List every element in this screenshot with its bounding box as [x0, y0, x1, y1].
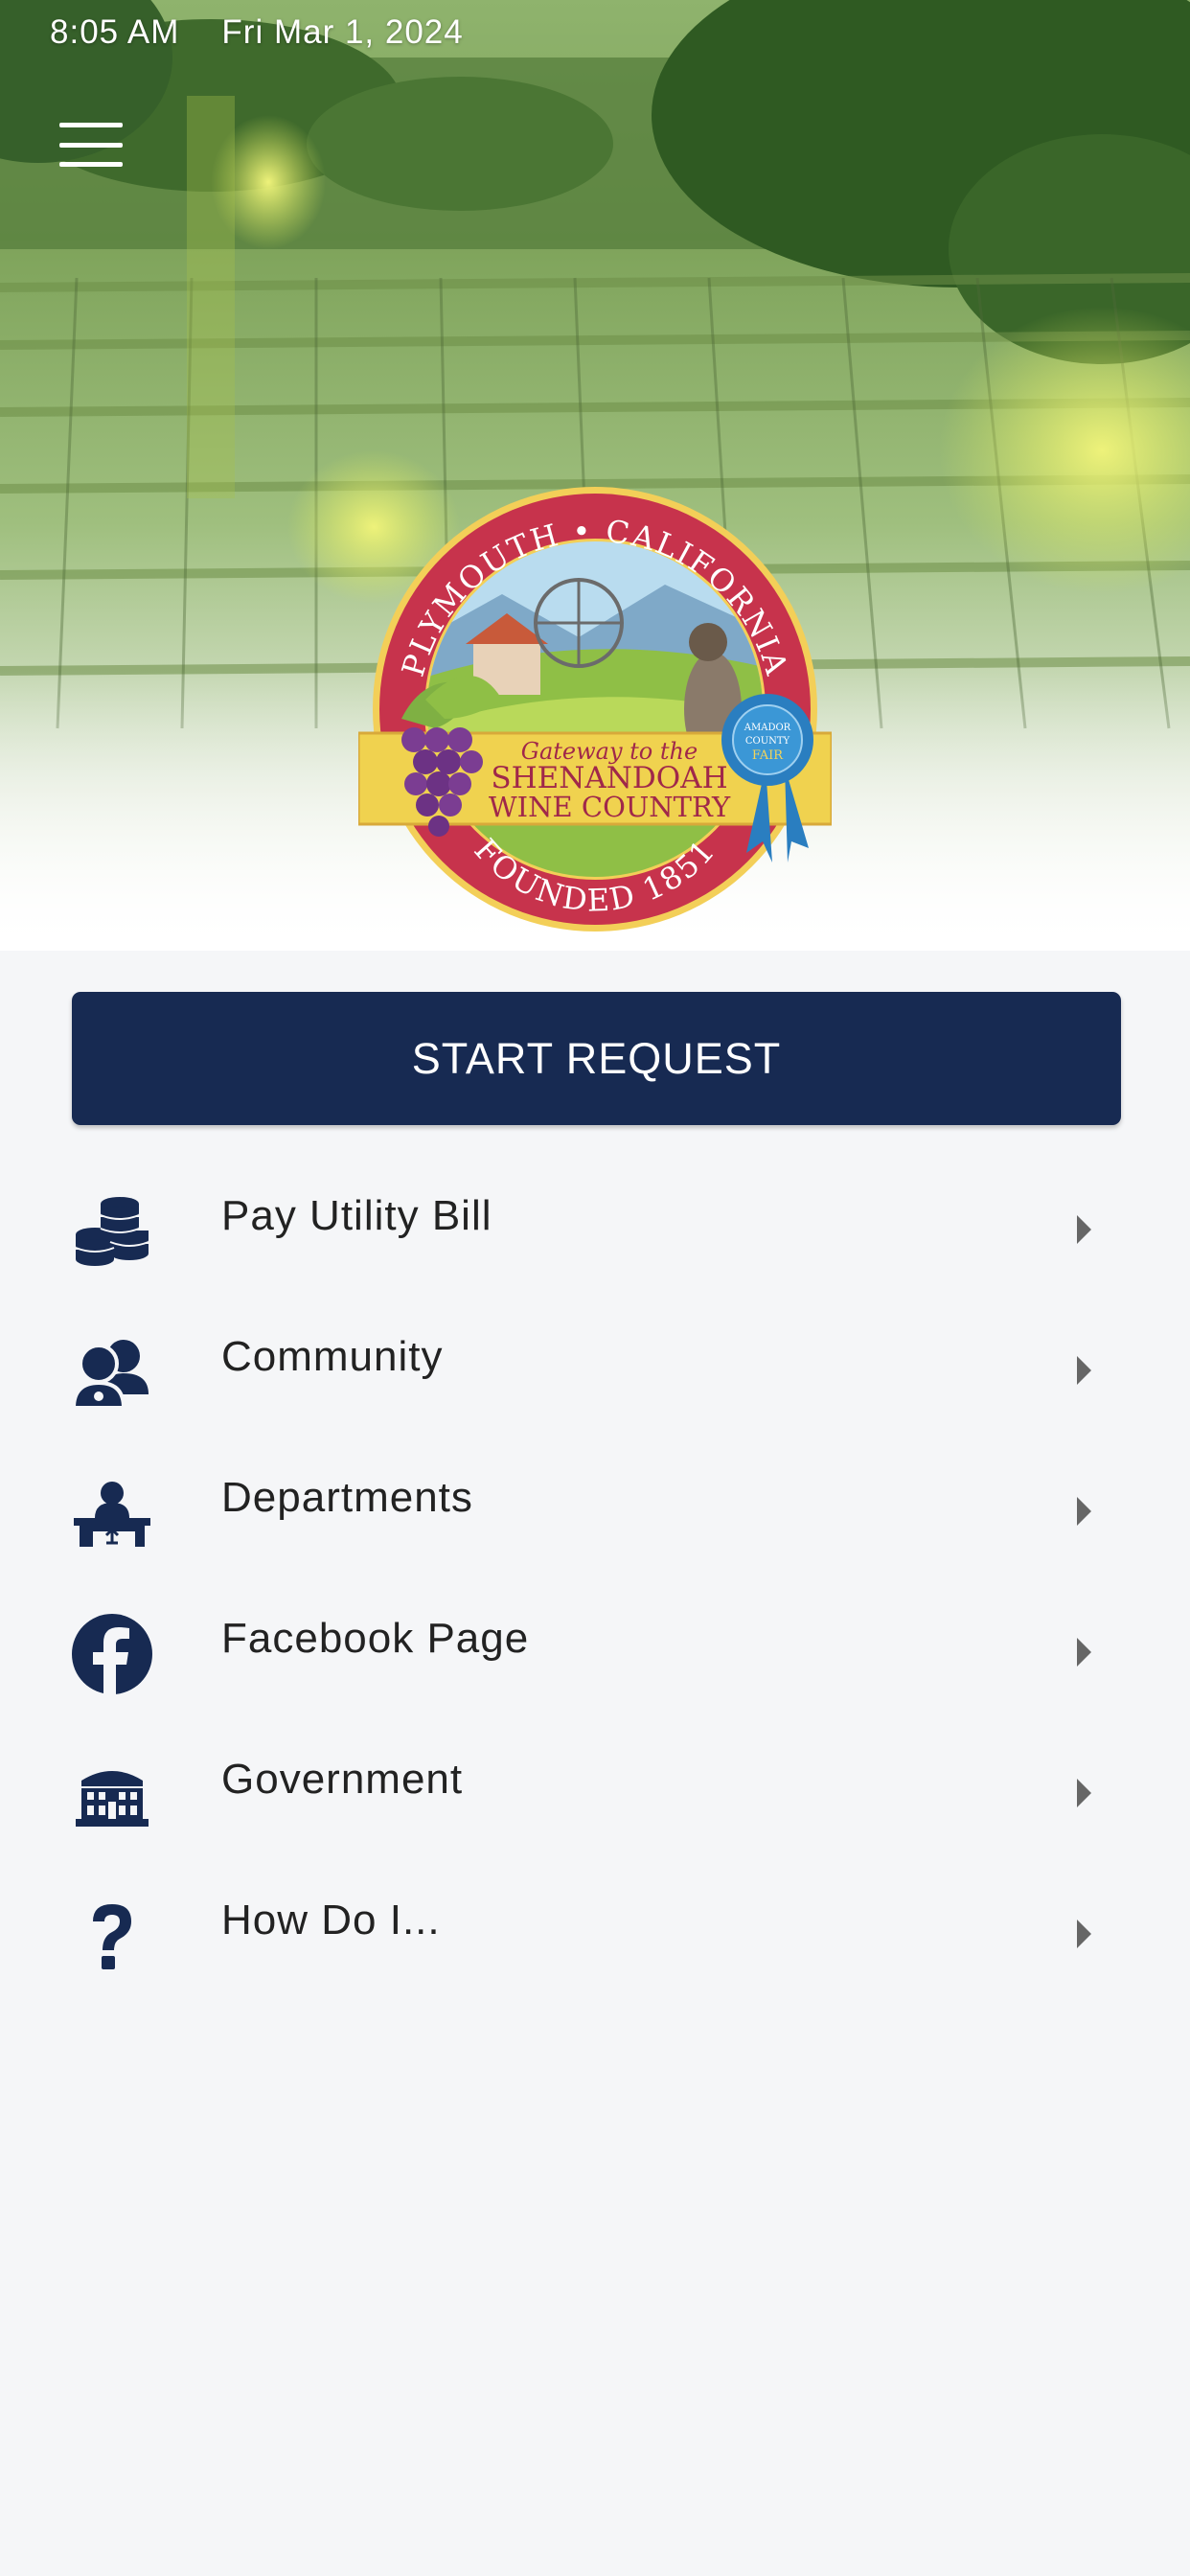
- question-mark-icon: [69, 1893, 155, 1979]
- chevron-right-icon: [1077, 1920, 1091, 1948]
- ribbon-line-3: FAIR: [752, 748, 784, 763]
- menu-item-label: How Do I...: [221, 1897, 441, 1944]
- status-bar: 8:05 AM Fri Mar 1, 2024: [50, 13, 464, 52]
- menu-item-community[interactable]: Community: [0, 1300, 1190, 1441]
- menu-item-label: Government: [221, 1756, 464, 1803]
- chevron-right-icon: [1077, 1356, 1091, 1385]
- coins-icon: [69, 1188, 155, 1275]
- ribbon-line-1: AMADOR: [744, 723, 791, 733]
- menu-item-facebook-page[interactable]: Facebook Page: [0, 1582, 1190, 1723]
- chevron-right-icon: [1077, 1215, 1091, 1244]
- start-request-button[interactable]: START REQUEST: [72, 992, 1121, 1125]
- status-time: 8:05 AM: [50, 13, 180, 51]
- hero-banner: 8:05 AM Fri Mar 1, 2024 Gateway to the S…: [0, 0, 1190, 951]
- menu-item-label: Community: [221, 1333, 444, 1380]
- chevron-right-icon: [1077, 1779, 1091, 1807]
- facebook-icon: [69, 1611, 155, 1697]
- city-seal-graphic: Gateway to the SHENANDOAH WINE COUNTRY P…: [356, 487, 834, 932]
- hamburger-menu-icon[interactable]: [59, 123, 123, 167]
- menu-item-label: Departments: [221, 1474, 473, 1521]
- chevron-right-icon: [1077, 1638, 1091, 1667]
- menu-item-pay-utility-bill[interactable]: Pay Utility Bill: [0, 1160, 1190, 1300]
- seal-line-2: WINE COUNTRY: [489, 791, 731, 823]
- menu-item-government[interactable]: Government: [0, 1723, 1190, 1864]
- person-at-desk-icon: [69, 1470, 155, 1556]
- menu-item-label: Facebook Page: [221, 1615, 530, 1662]
- chevron-right-icon: [1077, 1497, 1091, 1526]
- status-date: Fri Mar 1, 2024: [221, 13, 464, 51]
- government-building-icon: [69, 1752, 155, 1838]
- menu-item-label: Pay Utility Bill: [221, 1192, 492, 1239]
- ribbon-line-2: COUNTY: [745, 736, 790, 747]
- city-seal-logo: Gateway to the SHENANDOAH WINE COUNTRY P…: [356, 479, 834, 932]
- menu-item-departments[interactable]: Departments: [0, 1441, 1190, 1582]
- users-icon: [69, 1329, 155, 1415]
- menu-list: Pay Utility Bill Community Departments F…: [0, 1160, 1190, 2005]
- menu-item-how-do-i[interactable]: How Do I...: [0, 1864, 1190, 2005]
